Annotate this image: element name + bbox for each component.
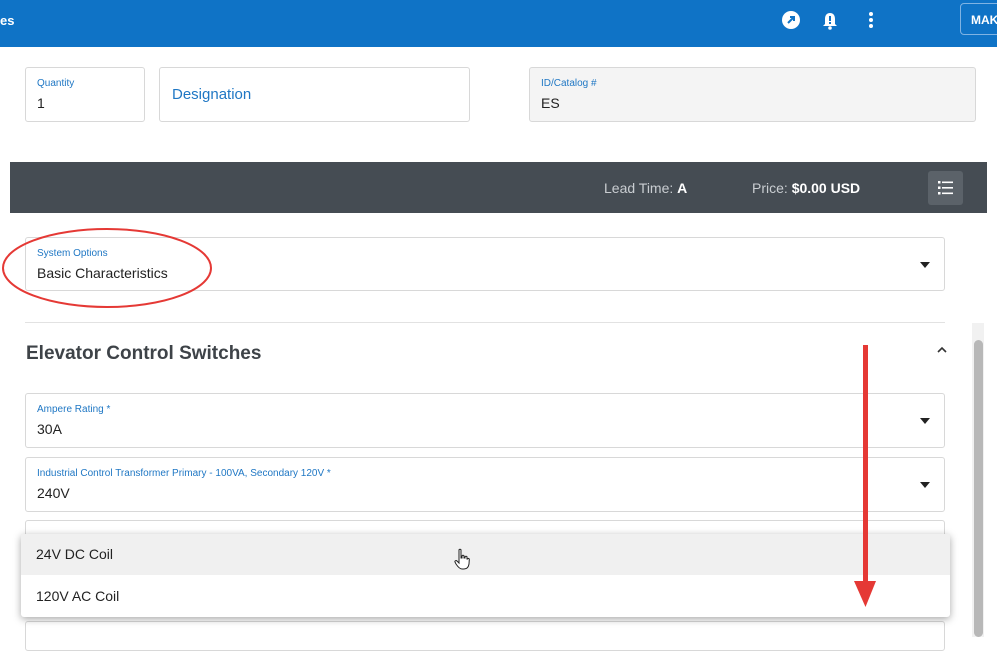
top-bar: es MAK: [0, 0, 997, 47]
ampere-rating-label: Ampere Rating *: [37, 404, 111, 415]
chevron-up-icon[interactable]: [935, 345, 949, 355]
app-title: es: [0, 13, 15, 28]
lead-time: Lead Time: A: [604, 180, 688, 196]
list-icon: [938, 181, 953, 195]
ampere-rating-value: 30A: [37, 421, 62, 437]
quantity-value: 1: [37, 95, 45, 111]
designation-field[interactable]: Designation: [159, 67, 470, 122]
lead-time-value: A: [677, 180, 688, 196]
scrollbar-thumb[interactable]: [974, 340, 983, 637]
transformer-label: Industrial Control Transformer Primary -…: [37, 468, 331, 479]
catalog-value: ES: [541, 95, 560, 111]
price-value: $0.00 USD: [791, 180, 861, 196]
section-title: Elevator Control Switches: [26, 343, 262, 364]
next-field[interactable]: [25, 621, 945, 651]
hand-cursor-icon: [454, 548, 470, 570]
ampere-rating-select[interactable]: Ampere Rating * 30A: [25, 393, 945, 448]
chevron-down-icon: [920, 262, 930, 268]
highlight-ellipse: [2, 228, 212, 308]
open-external-icon[interactable]: [780, 9, 802, 31]
coil-dropdown-menu: 24V DC Coil 120V AC Coil: [21, 534, 950, 617]
transformer-value: 240V: [37, 485, 70, 501]
more-vertical-icon[interactable]: [860, 9, 882, 31]
menu-option-24v-dc[interactable]: 24V DC Coil: [21, 534, 950, 575]
chevron-down-icon: [920, 482, 930, 488]
quantity-label: Quantity: [37, 78, 75, 89]
pricing-bar: Lead Time: A Price: $0.00 USD: [10, 162, 987, 213]
price: Price: $0.00 USD: [752, 180, 861, 196]
chevron-down-icon: [920, 418, 930, 424]
transformer-select[interactable]: Industrial Control Transformer Primary -…: [25, 457, 945, 512]
menu-option-120v-ac[interactable]: 120V AC Coil: [21, 576, 950, 617]
catalog-label: ID/Catalog #: [541, 78, 597, 89]
catalog-field: ID/Catalog # ES: [529, 67, 976, 122]
list-view-button[interactable]: [928, 171, 963, 205]
bell-alert-icon[interactable]: [819, 9, 841, 31]
make-button[interactable]: MAK: [960, 3, 997, 35]
section-divider: [25, 322, 945, 323]
quantity-field[interactable]: Quantity 1: [25, 67, 145, 122]
scroll-down-arrow: [854, 345, 876, 607]
designation-label: Designation: [172, 86, 252, 103]
